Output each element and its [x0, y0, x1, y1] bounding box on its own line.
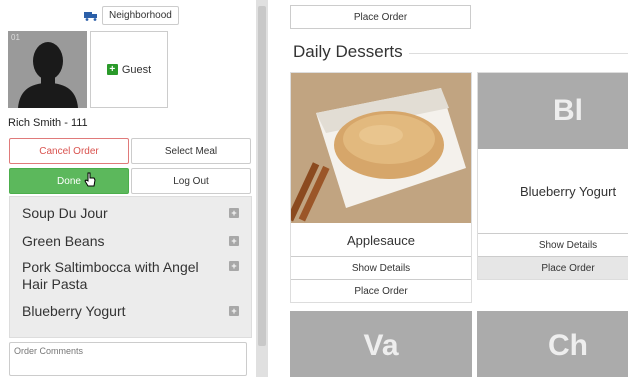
scrollbar[interactable] — [256, 0, 268, 377]
guest-button[interactable]: + Guest — [90, 31, 168, 108]
applesauce-image — [291, 73, 471, 223]
guest-label: Guest — [121, 63, 152, 76]
list-item[interactable]: Blueberry Yogurt + — [10, 301, 251, 323]
place-order-button[interactable]: Place Order — [291, 279, 471, 302]
plus-icon[interactable]: + — [229, 208, 239, 218]
meal-label: Pork Saltimbocca with Angel Hair Pasta — [22, 259, 199, 292]
right-panel: Place Order Daily Desserts Applesauce Sh… — [270, 0, 628, 377]
done-button[interactable]: Done — [9, 168, 129, 194]
avatar-id: 01 — [11, 33, 20, 42]
select-meal-button[interactable]: Select Meal — [131, 138, 251, 164]
log-out-button[interactable]: Log Out — [131, 168, 251, 194]
hand-cursor-icon — [84, 172, 96, 187]
left-panel: Neighborhood 01 + Guest Rich Smith - 111… — [0, 0, 256, 377]
dessert-card[interactable]: Ch — [477, 311, 628, 377]
meal-label: Green Beans — [22, 233, 105, 249]
person-silhouette-icon — [18, 42, 78, 108]
avatar[interactable]: 01 — [8, 31, 87, 108]
dessert-card[interactable]: Applesauce Show Details Place Order — [290, 72, 472, 303]
scrollbar-thumb[interactable] — [258, 6, 266, 346]
meal-label: Blueberry Yogurt — [22, 303, 126, 319]
place-order-button[interactable]: Place Order — [478, 256, 628, 279]
section-title: Daily Desserts — [293, 42, 409, 62]
list-item[interactable]: Soup Du Jour + — [10, 203, 251, 225]
card-initials: Bl — [553, 94, 583, 127]
card-name: Blueberry Yogurt — [519, 183, 617, 199]
neighborhood-button[interactable]: Neighborhood — [102, 6, 179, 25]
user-name: Rich Smith - 111 — [8, 117, 88, 129]
meal-list: Soup Du Jour + Green Beans + Pork Saltim… — [9, 196, 252, 338]
plus-icon[interactable]: + — [229, 261, 239, 271]
plus-icon[interactable]: + — [229, 306, 239, 316]
cancel-order-button[interactable]: Cancel Order — [9, 138, 129, 164]
order-comments-field[interactable]: Order Comments — [9, 342, 247, 376]
truck-icon — [84, 11, 97, 21]
show-details-button[interactable]: Show Details — [478, 233, 628, 256]
dessert-card[interactable]: Va — [290, 311, 472, 377]
neighborhood-row: Neighborhood — [84, 6, 179, 25]
plus-icon: + — [106, 64, 118, 75]
show-details-button[interactable]: Show Details — [291, 256, 471, 279]
place-order-button[interactable]: Place Order — [290, 5, 471, 29]
dessert-card[interactable]: Bl Blueberry Yogurt Show Details Place O… — [477, 72, 628, 280]
list-item[interactable]: Green Beans + — [10, 231, 251, 253]
card-initials: Ch — [548, 329, 588, 362]
list-item[interactable]: Pork Saltimbocca with Angel Hair Pasta + — [10, 259, 251, 295]
card-initials: Va — [363, 329, 399, 362]
card-name: Applesauce — [347, 233, 415, 248]
meal-label: Soup Du Jour — [22, 205, 108, 221]
card-placeholder: Bl — [478, 73, 628, 149]
plus-icon[interactable]: + — [229, 236, 239, 246]
